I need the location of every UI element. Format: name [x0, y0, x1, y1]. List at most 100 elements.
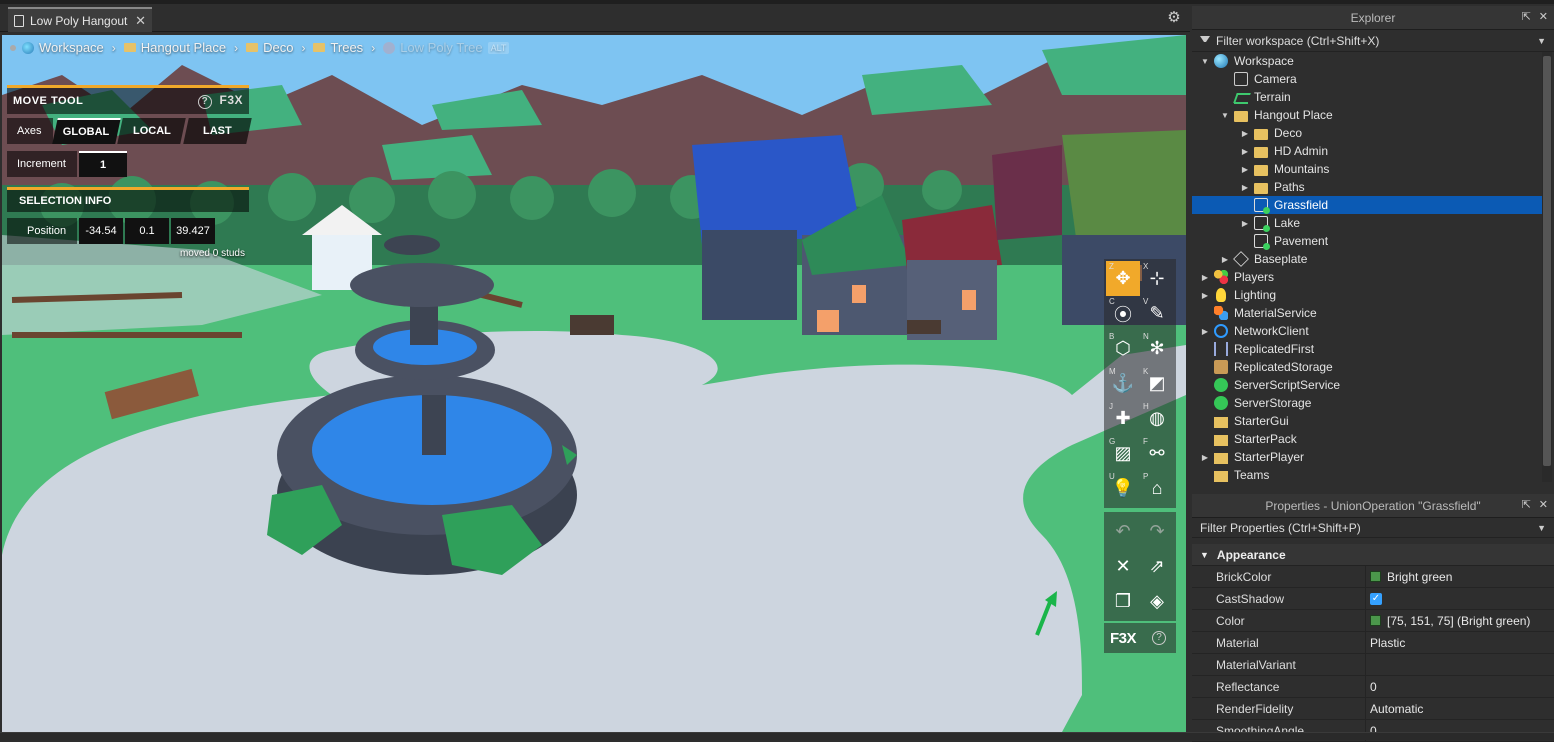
- chevron-right-icon[interactable]: ▶: [1200, 291, 1210, 300]
- property-row-brickcolor[interactable]: BrickColor Bright green: [1192, 566, 1554, 588]
- color-swatch[interactable]: [1370, 571, 1381, 582]
- weld-tool-button[interactable]: F ⚯: [1140, 436, 1174, 471]
- export-button[interactable]: ⇗: [1140, 549, 1174, 584]
- chevron-right-icon[interactable]: ▶: [1200, 453, 1210, 462]
- position-z-input[interactable]: 39.427: [171, 218, 215, 244]
- property-row-material[interactable]: Material Plastic: [1192, 632, 1554, 654]
- explorer-item-server-storage[interactable]: ServerStorage: [1192, 394, 1554, 412]
- explorer-item-server-script-service[interactable]: ServerScriptService: [1192, 376, 1554, 394]
- chevron-down-icon[interactable]: ▼: [1537, 523, 1546, 533]
- property-row-color[interactable]: Color [75, 151, 75] (Bright green): [1192, 610, 1554, 632]
- property-value[interactable]: Plastic: [1366, 636, 1405, 650]
- rotate-tool-button[interactable]: C ⦿: [1106, 296, 1140, 331]
- chevron-right-icon[interactable]: ▶: [1200, 273, 1210, 282]
- explorer-item-starter-gui[interactable]: StarterGui: [1192, 412, 1554, 430]
- explorer-item-camera[interactable]: Camera: [1192, 70, 1554, 88]
- explorer-item-lighting[interactable]: ▶ Lighting: [1192, 286, 1554, 304]
- properties-filter[interactable]: Filter Properties (Ctrl+Shift+P) ▼: [1192, 518, 1554, 538]
- chevron-down-icon[interactable]: ▼: [1220, 111, 1230, 120]
- breadcrumb-trees[interactable]: Trees: [313, 40, 363, 55]
- breadcrumb-low-poly-tree[interactable]: Low Poly Tree ALT: [383, 40, 510, 55]
- property-value[interactable]: Bright green: [1366, 570, 1452, 584]
- explorer-item-pavement[interactable]: Pavement: [1192, 232, 1554, 250]
- explorer-item-terrain[interactable]: Terrain: [1192, 88, 1554, 106]
- breadcrumb-deco[interactable]: Deco: [246, 40, 293, 55]
- help-icon[interactable]: ?: [197, 95, 212, 109]
- explorer-item-deco[interactable]: ▶ Deco: [1192, 124, 1554, 142]
- breadcrumb-workspace[interactable]: Workspace: [22, 40, 104, 55]
- paint-tool-button[interactable]: V ✎: [1140, 296, 1174, 331]
- move-tool-button[interactable]: Z ✥: [1106, 261, 1140, 296]
- chevron-down-icon[interactable]: ▼: [1200, 57, 1210, 66]
- property-row-renderfidelity[interactable]: RenderFidelity Automatic: [1192, 698, 1554, 720]
- color-swatch[interactable]: [1370, 615, 1381, 626]
- explorer-item-paths[interactable]: ▶ Paths: [1192, 178, 1554, 196]
- checkbox-icon[interactable]: ✓: [1370, 592, 1382, 605]
- close-icon[interactable]: ✕: [1539, 10, 1548, 23]
- chevron-right-icon[interactable]: ▶: [1200, 327, 1210, 336]
- material-tool-button[interactable]: N ✻: [1140, 331, 1174, 366]
- explorer-item-starter-player[interactable]: ▶ StarterPlayer: [1192, 448, 1554, 466]
- close-tab-icon[interactable]: ✕: [135, 13, 146, 29]
- clone-button[interactable]: ❐: [1106, 584, 1140, 619]
- undock-icon[interactable]: ⇱: [1522, 10, 1531, 23]
- explorer-item-material-service[interactable]: MaterialService: [1192, 304, 1554, 322]
- decorate-tool-button[interactable]: P ⌂: [1140, 471, 1174, 506]
- explorer-item-replicated-storage[interactable]: ReplicatedStorage: [1192, 358, 1554, 376]
- properties-filter-input[interactable]: Filter Properties (Ctrl+Shift+P): [1200, 521, 1361, 535]
- property-value[interactable]: 0: [1366, 680, 1377, 694]
- property-row-materialvariant[interactable]: MaterialVariant: [1192, 654, 1554, 676]
- 3d-viewport[interactable]: Workspace › Hangout Place › Deco › Trees…: [2, 35, 1186, 732]
- chevron-right-icon[interactable]: ▶: [1240, 183, 1250, 192]
- explorer-item-hd-admin[interactable]: ▶ HD Admin: [1192, 142, 1554, 160]
- resize-tool-button[interactable]: X ⊹: [1140, 261, 1174, 296]
- increment-input[interactable]: 1: [79, 151, 127, 177]
- collision-tool-button[interactable]: K ◩: [1140, 366, 1174, 401]
- gear-icon[interactable]: ⚙: [1166, 10, 1182, 26]
- explorer-item-mountains[interactable]: ▶ Mountains: [1192, 160, 1554, 178]
- explorer-filter[interactable]: Filter workspace (Ctrl+Shift+X) ▼: [1192, 30, 1554, 52]
- chevron-down-icon[interactable]: ▼: [1537, 36, 1546, 46]
- explorer-item-players[interactable]: ▶ Players: [1192, 268, 1554, 286]
- category-appearance[interactable]: ▼ Appearance: [1192, 544, 1554, 566]
- property-value[interactable]: ✓: [1366, 592, 1388, 605]
- lighting-tool-button[interactable]: U 💡: [1106, 471, 1140, 506]
- redo-button[interactable]: ↷: [1140, 514, 1174, 549]
- chevron-right-icon[interactable]: ▶: [1240, 165, 1250, 174]
- explorer-item-teams[interactable]: Teams: [1192, 466, 1554, 484]
- explorer-item-network-client[interactable]: ▶ NetworkClient: [1192, 322, 1554, 340]
- breadcrumb-hangout-place[interactable]: Hangout Place: [123, 40, 226, 55]
- axes-last-button[interactable]: LAST: [182, 118, 252, 144]
- explorer-item-baseplate[interactable]: ▶ Baseplate: [1192, 250, 1554, 268]
- chevron-right-icon[interactable]: ▶: [1240, 219, 1250, 228]
- explorer-item-replicated-first[interactable]: ReplicatedFirst: [1192, 340, 1554, 358]
- property-value[interactable]: Automatic: [1366, 702, 1423, 716]
- axes-local-button[interactable]: LOCAL: [117, 118, 187, 144]
- anchor-tool-button[interactable]: M ⚓: [1106, 366, 1140, 401]
- explorer-item-workspace[interactable]: ▼ Workspace: [1192, 52, 1554, 70]
- property-row-reflectance[interactable]: Reflectance 0: [1192, 676, 1554, 698]
- mesh-tool-button[interactable]: H ◍: [1140, 401, 1174, 436]
- texture-tool-button[interactable]: G ▨: [1106, 436, 1140, 471]
- undo-button[interactable]: ↶: [1106, 514, 1140, 549]
- chevron-right-icon[interactable]: ▶: [1220, 255, 1230, 264]
- surface-tool-button[interactable]: B ⬡: [1106, 331, 1140, 366]
- close-icon[interactable]: ✕: [1539, 498, 1548, 511]
- chevron-right-icon[interactable]: ▶: [1240, 147, 1250, 156]
- explorer-item-starter-pack[interactable]: StarterPack: [1192, 430, 1554, 448]
- help-icon[interactable]: ?: [1152, 631, 1166, 645]
- explorer-filter-input[interactable]: Filter workspace (Ctrl+Shift+X): [1216, 34, 1379, 48]
- new-part-tool-button[interactable]: J ✚: [1106, 401, 1140, 436]
- explorer-item-lake[interactable]: ▶ Lake: [1192, 214, 1554, 232]
- undock-icon[interactable]: ⇱: [1522, 498, 1531, 511]
- position-x-input[interactable]: -34.54: [79, 218, 123, 244]
- position-y-input[interactable]: 0.1: [125, 218, 169, 244]
- chevron-right-icon[interactable]: ▶: [1240, 129, 1250, 138]
- property-value[interactable]: [75, 151, 75] (Bright green): [1366, 614, 1530, 628]
- group-button[interactable]: ◈: [1140, 584, 1174, 619]
- document-tab[interactable]: Low Poly Hangout ✕: [8, 7, 152, 32]
- delete-button[interactable]: ✕: [1106, 549, 1140, 584]
- explorer-item-hangout-place[interactable]: ▼ Hangout Place: [1192, 106, 1554, 124]
- explorer-item-grassfield[interactable]: Grassfield: [1192, 196, 1542, 214]
- axes-global-button[interactable]: GLOBAL: [52, 118, 122, 144]
